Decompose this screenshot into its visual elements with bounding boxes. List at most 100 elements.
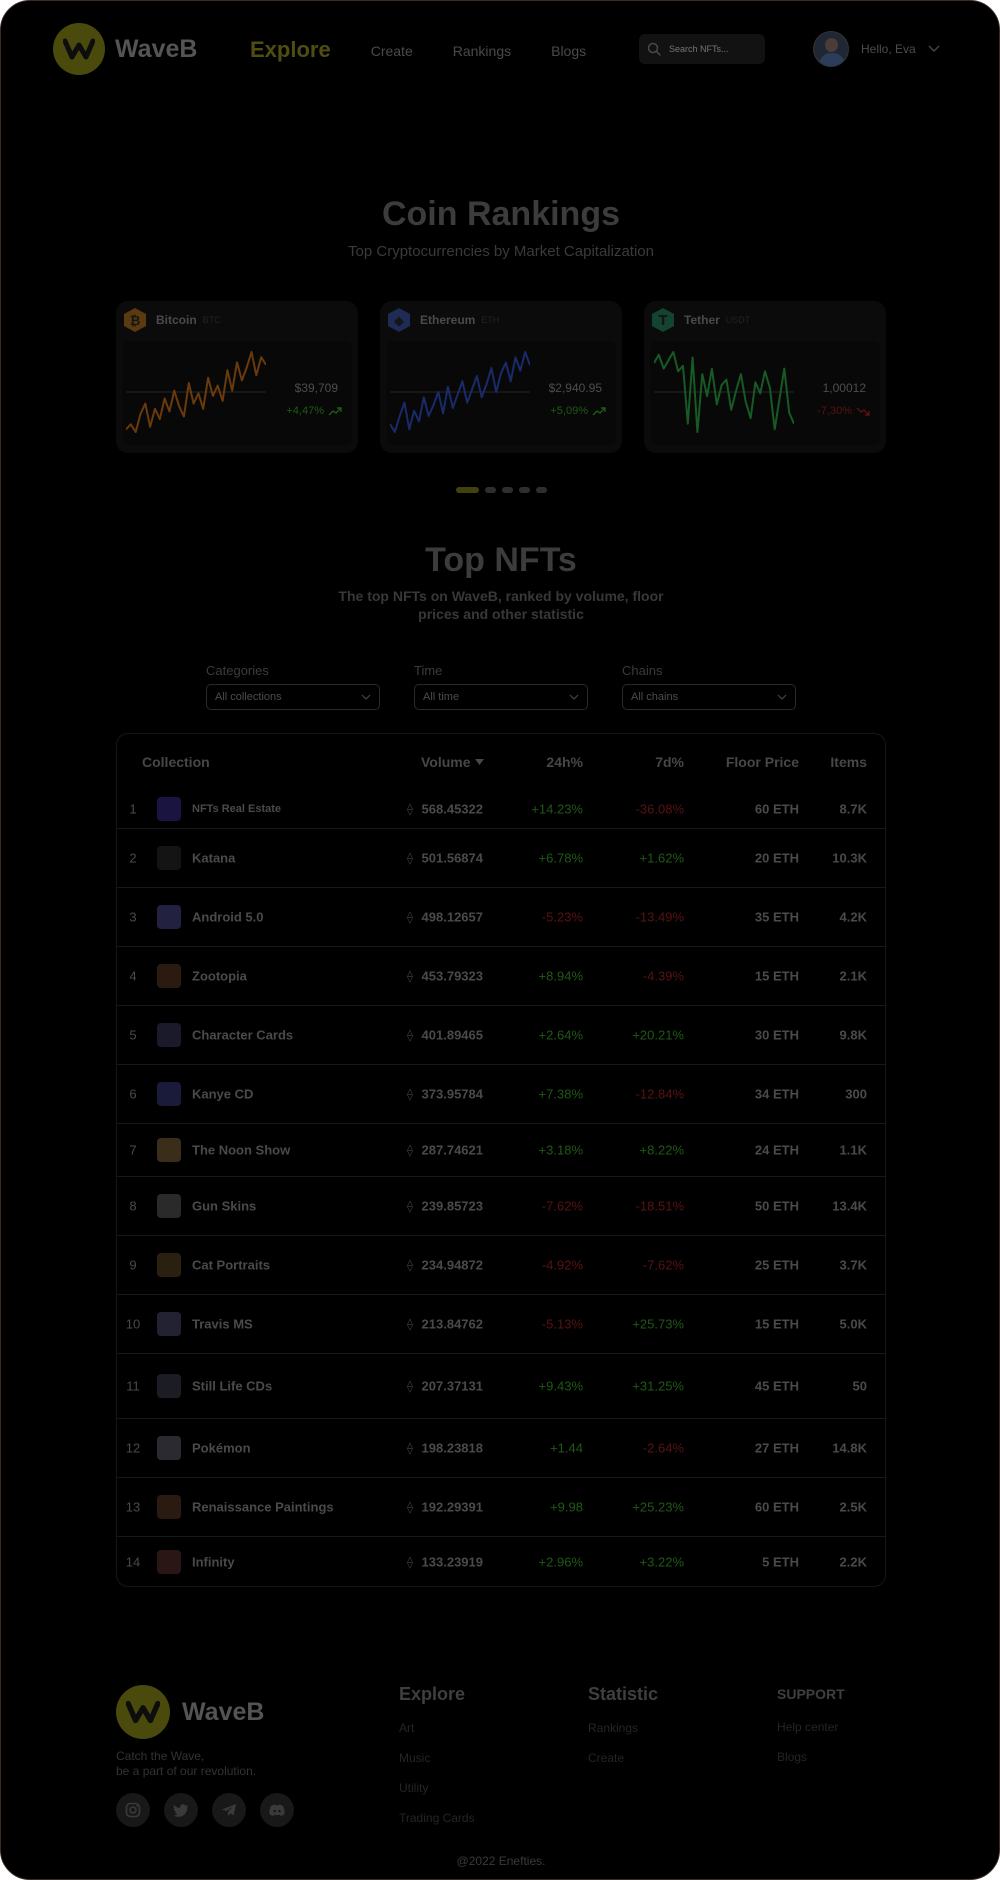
collection-thumbnail[interactable] (157, 1023, 181, 1047)
table-row[interactable]: 3 Android 5.0 ⟠ 498.12657 -5.23% -13.49%… (117, 888, 885, 947)
header-collection[interactable]: Collection (142, 754, 210, 770)
search-box[interactable] (639, 34, 765, 64)
volume: 213.84762 (421, 1316, 483, 1332)
discord-icon[interactable] (260, 1793, 294, 1827)
nav-create[interactable]: Create (371, 43, 413, 59)
change-7d: +20.21% (632, 1027, 684, 1043)
coin-card-ethereum[interactable]: ◆ Ethereum ETH $2,940.95 +5,09% (380, 301, 622, 453)
coin-chart-panel: $39,709 +4,47% (122, 341, 352, 445)
footer-link-rankings[interactable]: Rankings (588, 1721, 658, 1735)
table-row[interactable]: 8 Gun Skins ⟠ 239.85723 -7.62% -18.51% 5… (117, 1177, 885, 1236)
collection-name[interactable]: Kanye CD (192, 1087, 253, 1102)
time-select[interactable]: All time (414, 684, 588, 710)
collection-thumbnail[interactable] (157, 1550, 181, 1574)
footer-link-blogs[interactable]: Blogs (777, 1750, 845, 1764)
nav-explore[interactable]: Explore (250, 37, 331, 63)
collection-thumbnail[interactable] (157, 1253, 181, 1277)
change-24h: +6.78% (538, 850, 583, 866)
chevron-down-icon[interactable] (928, 45, 940, 53)
rank: 5 (129, 1027, 137, 1043)
collection-thumbnail[interactable] (157, 796, 181, 821)
header-24h[interactable]: 24h% (546, 754, 583, 770)
table-row[interactable]: 6 Kanye CD ⟠ 373.95784 +7.38% -12.84% 34… (117, 1065, 885, 1124)
table-row[interactable]: 11 Still Life CDs ⟠ 207.37131 +9.43% +31… (117, 1354, 885, 1419)
avatar[interactable] (813, 31, 849, 67)
collection-thumbnail[interactable] (157, 1374, 181, 1398)
collection-name[interactable]: Character Cards (192, 1028, 293, 1043)
collection-name[interactable]: The Noon Show (192, 1143, 290, 1158)
collection-name[interactable]: Cat Portraits (192, 1258, 270, 1273)
footer-link-trading-cards[interactable]: Trading Cards (399, 1811, 475, 1825)
table-row[interactable]: 1 NFTs Real Estate ⟠ 568.45322 +14.23% -… (117, 789, 885, 829)
footer-link-help-center[interactable]: Help center (777, 1720, 845, 1734)
change-7d: +25.73% (632, 1316, 684, 1332)
collection-thumbnail[interactable] (157, 1312, 181, 1336)
collection-thumbnail[interactable] (157, 1082, 181, 1106)
carousel-dot[interactable] (502, 487, 513, 493)
collection-thumbnail[interactable] (157, 1436, 181, 1460)
table-row[interactable]: 13 Renaissance Paintings ⟠ 192.29391 +9.… (117, 1478, 885, 1537)
brand-logo[interactable]: WaveB (53, 23, 197, 75)
collection-name[interactable]: Renaissance Paintings (192, 1500, 334, 1515)
carousel-dot[interactable] (485, 487, 496, 493)
collection-thumbnail[interactable] (157, 1495, 181, 1519)
eth-icon: ⟠ (407, 1199, 413, 1213)
carousel-dot[interactable] (456, 487, 479, 493)
collection-thumbnail[interactable] (157, 964, 181, 988)
coin-price: $2,940.95 (548, 381, 602, 395)
svg-text:T: T (659, 314, 668, 329)
header-floor-price[interactable]: Floor Price (726, 754, 799, 770)
collection-name[interactable]: NFTs Real Estate (192, 803, 281, 815)
coin-card-bitcoin[interactable]: ₿ Bitcoin BTC $39,709 +4,47% (116, 301, 358, 453)
chains-select[interactable]: All chains (622, 684, 796, 710)
chevron-down-icon (361, 694, 371, 700)
collection-name[interactable]: Travis MS (192, 1317, 253, 1332)
collection-thumbnail[interactable] (157, 905, 181, 929)
collection-name[interactable]: Pokémon (192, 1441, 251, 1456)
collection-name[interactable]: Still Life CDs (192, 1379, 272, 1394)
select-value: All collections (215, 691, 282, 703)
items-count: 14.8K (832, 1440, 867, 1456)
table-row[interactable]: 4 Zootopia ⟠ 453.79323 +8.94% -4.39% 15 … (117, 947, 885, 1006)
nav-rankings[interactable]: Rankings (453, 43, 511, 59)
collection-name[interactable]: Katana (192, 851, 235, 866)
table-row[interactable]: 7 The Noon Show ⟠ 287.74621 +3.18% +8.22… (117, 1124, 885, 1177)
collection-thumbnail[interactable] (157, 846, 181, 870)
table-row[interactable]: 12 Pokémon ⟠ 198.23818 +1.44 -2.64% 27 E… (117, 1419, 885, 1478)
table-row[interactable]: 5 Character Cards ⟠ 401.89465 +2.64% +20… (117, 1006, 885, 1065)
footer-link-utility[interactable]: Utility (399, 1781, 475, 1795)
table-row[interactable]: 2 Katana ⟠ 501.56874 +6.78% +1.62% 20 ET… (117, 829, 885, 888)
footer-link-music[interactable]: Music (399, 1751, 475, 1765)
carousel-dot[interactable] (536, 487, 547, 493)
footer-brand[interactable]: WaveB (116, 1685, 264, 1739)
nav-blogs[interactable]: Blogs (551, 43, 586, 59)
telegram-icon[interactable] (212, 1793, 246, 1827)
collection-name[interactable]: Android 5.0 (192, 910, 264, 925)
change-7d: -4.39% (642, 968, 684, 984)
twitter-icon[interactable] (164, 1793, 198, 1827)
table-row[interactable]: 14 Infinity ⟠ 133.23919 +2.96% +3.22% 5 … (117, 1537, 885, 1587)
eth-icon: ⟠ (407, 801, 413, 816)
coin-card-tether[interactable]: T Tether USDT 1,00012 -7,30% (644, 301, 886, 453)
collection-thumbnail[interactable] (157, 1138, 181, 1162)
change-7d: -13.49% (635, 909, 684, 925)
collection-name[interactable]: Infinity (192, 1555, 235, 1570)
table-row[interactable]: 9 Cat Portraits ⟠ 234.94872 -4.92% -7.62… (117, 1236, 885, 1295)
header-volume[interactable]: Volume (421, 754, 484, 770)
volume: 373.95784 (421, 1086, 483, 1102)
collection-thumbnail[interactable] (157, 1194, 181, 1218)
collection-name[interactable]: Gun Skins (192, 1199, 256, 1214)
instagram-icon[interactable] (116, 1793, 150, 1827)
carousel-dot[interactable] (519, 487, 530, 493)
footer-link-art[interactable]: Art (399, 1721, 475, 1735)
categories-select[interactable]: All collections (206, 684, 380, 710)
header-items[interactable]: Items (830, 754, 867, 770)
collection-name[interactable]: Zootopia (192, 969, 247, 984)
floor-price: 50 ETH (754, 1198, 799, 1214)
top-nfts-subtitle-line2: prices and other statistic (418, 606, 584, 622)
footer-link-create[interactable]: Create (588, 1751, 658, 1765)
table-row[interactable]: 10 Travis MS ⟠ 213.84762 -5.13% +25.73% … (117, 1295, 885, 1354)
user-menu[interactable]: Hello, Eva (813, 31, 940, 67)
header-7d[interactable]: 7d% (655, 754, 684, 770)
search-input[interactable] (669, 44, 755, 54)
